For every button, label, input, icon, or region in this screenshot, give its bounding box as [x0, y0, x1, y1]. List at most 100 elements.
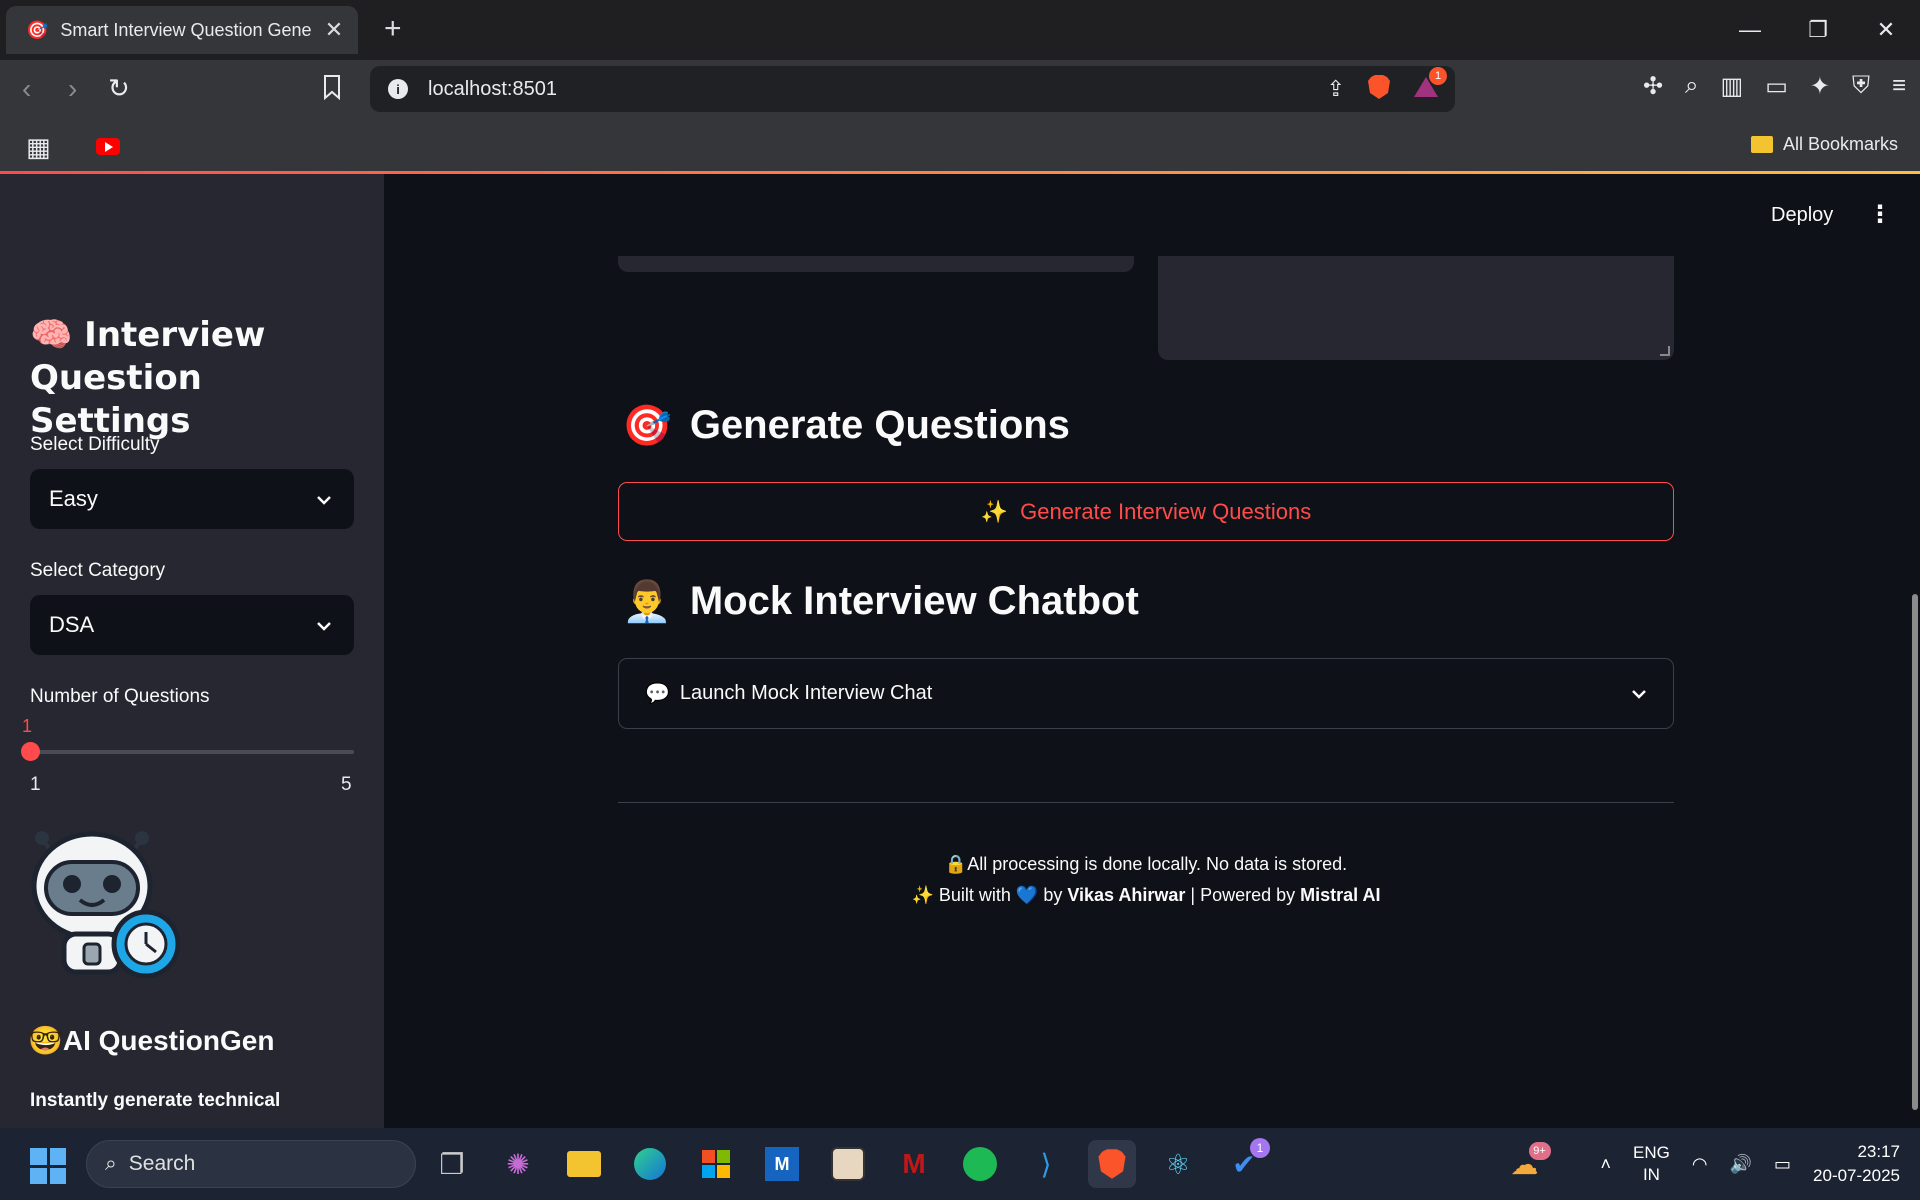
todo-icon[interactable]: ✔ 1 — [1220, 1138, 1270, 1188]
footer-privacy: 🔒All processing is done locally. No data… — [944, 854, 1348, 874]
brave-browser-icon[interactable] — [1088, 1140, 1136, 1188]
all-bookmarks-label: All Bookmarks — [1782, 134, 1898, 154]
close-tab-icon[interactable]: ✕ — [322, 17, 346, 43]
target-icon: 🎯 — [622, 404, 672, 448]
apps-grid-icon[interactable]: ▦ — [26, 132, 51, 163]
category-select[interactable]: DSA — [30, 595, 354, 655]
folder-icon — [1750, 136, 1773, 153]
todo-badge: 1 — [1250, 1138, 1270, 1158]
clock[interactable]: 23:17 20-07-2025 — [1813, 1140, 1900, 1188]
language-indicator[interactable]: ENG IN — [1633, 1142, 1670, 1186]
brave-rewards-icon[interactable]: 1 — [1413, 66, 1447, 104]
notification-badge: 9+ — [1528, 1141, 1551, 1160]
search-icon: ⌕ — [105, 1152, 117, 1175]
extensions-icon[interactable]: ✣ — [1643, 72, 1663, 101]
more-options-icon[interactable]: ⋮ — [1868, 200, 1892, 229]
generate-button-label: Generate Interview Questions — [1020, 498, 1312, 524]
site-info-icon[interactable]: i — [388, 79, 408, 99]
robot-clock-image — [31, 831, 181, 978]
share-icon[interactable]: ⇪ — [1327, 76, 1345, 102]
category-label: Select Category — [30, 560, 166, 581]
textarea-right[interactable] — [1158, 256, 1674, 360]
time: 23:17 — [1857, 1142, 1900, 1161]
chevron-down-icon — [316, 615, 332, 636]
mock-chat-expander[interactable]: 💬 Launch Mock Interview Chat — [618, 658, 1674, 729]
lang-bottom: IN — [1642, 1165, 1660, 1184]
new-tab-button[interactable]: + — [384, 12, 402, 46]
volume-icon[interactable]: 🔊 — [1730, 1154, 1752, 1175]
browser-tab[interactable]: 🎯 Smart Interview Question Genera ✕ — [6, 6, 358, 54]
taskbar-apps: ❐ ✺ M M ⟩ ⚛ ✔ 1 — [428, 1138, 1270, 1188]
edge-icon[interactable] — [626, 1140, 674, 1188]
search-placeholder: Search — [128, 1152, 196, 1175]
chevron-down-icon — [316, 489, 332, 510]
tab-title: Smart Interview Question Genera — [60, 19, 312, 40]
difficulty-value: Easy — [49, 486, 98, 511]
slider-thumb[interactable] — [21, 742, 40, 761]
scrollbar-thumb[interactable] — [1912, 594, 1918, 1110]
num-questions-label: Number of Questions — [30, 686, 210, 707]
pycharm-icon[interactable] — [824, 1140, 872, 1188]
task-view-icon[interactable]: ❐ — [428, 1140, 476, 1188]
generate-heading-text: Generate Questions — [689, 403, 1070, 447]
divider — [618, 802, 1674, 803]
youtube-icon[interactable] — [96, 138, 120, 155]
sparkles-icon: ✨ — [980, 498, 1009, 524]
wifi-icon[interactable]: ◠ — [1692, 1154, 1708, 1175]
back-icon[interactable]: ‹ — [22, 73, 31, 105]
mathworks-icon[interactable]: M — [758, 1140, 806, 1188]
battery-icon[interactable]: ▭ — [1774, 1154, 1791, 1175]
chevron-up-icon[interactable]: ˄ — [1601, 1154, 1612, 1175]
vscode-icon[interactable]: ⟩ — [1022, 1140, 1070, 1188]
address-bar[interactable]: i localhost:8501 ⇪ 1 — [370, 66, 1455, 112]
sidebar-title: 🧠 Interview Question Settings — [30, 315, 266, 441]
chevron-down-icon — [1631, 682, 1647, 705]
leo-ai-icon[interactable]: ✦ — [1810, 72, 1830, 101]
bookmark-icon[interactable] — [322, 74, 342, 107]
deploy-button[interactable]: Deploy — [1771, 204, 1833, 227]
copilot-icon[interactable]: ✺ — [494, 1140, 542, 1188]
brave-shield-icon[interactable] — [1367, 74, 1391, 105]
forward-icon[interactable]: › — [68, 73, 77, 105]
footer-author: Vikas Ahirwar — [1067, 885, 1186, 905]
screenshot-icon[interactable]: ⌕ — [1685, 72, 1698, 101]
bookmarks-bar: ▦ All Bookmarks — [0, 118, 1920, 174]
expander-label: Launch Mock Interview Chat — [679, 682, 933, 704]
businessman-icon: 👨‍💼 — [622, 580, 672, 624]
weather-icon[interactable]: ☁ 9+ — [1511, 1141, 1551, 1181]
footer-ai: Mistral AI — [1300, 885, 1381, 905]
vpn-icon[interactable]: ⛨ — [1852, 72, 1870, 101]
spotify-icon[interactable] — [956, 1140, 1004, 1188]
all-bookmarks-button[interactable]: All Bookmarks — [1750, 134, 1898, 155]
main-content: Deploy ⋮ 🎯 Generate Questions ✨ Generate… — [384, 174, 1920, 1128]
ms-store-icon[interactable] — [692, 1140, 740, 1188]
slider-max: 5 — [341, 774, 352, 795]
wallet-icon[interactable]: ▭ — [1765, 72, 1788, 101]
generate-questions-button[interactable]: ✨ Generate Interview Questions — [618, 482, 1674, 541]
taskbar-search[interactable]: ⌕ Search — [86, 1140, 416, 1188]
file-explorer-icon[interactable] — [560, 1140, 608, 1188]
reload-icon[interactable]: ↻ — [108, 73, 130, 104]
close-window-icon[interactable]: ✕ — [1852, 0, 1920, 60]
windows-start-icon[interactable] — [30, 1148, 66, 1184]
footer-credits: ✨ Built with 💙 by Vikas Ahirwar | Powere… — [618, 885, 1674, 906]
system-tray: ☁ 9+ ˄ ENG IN ◠ 🔊 ▭ 23:17 20-07-2025 — [1511, 1128, 1900, 1200]
slider-track[interactable] — [30, 750, 354, 754]
mcafee-icon[interactable]: M — [890, 1140, 938, 1188]
lang-top: ENG — [1633, 1143, 1670, 1162]
browser-toolbar: ‹ › ↻ i localhost:8501 ⇪ 1 ✣ ⌕ ▥ ▭ ✦ ⛨ ≡ — [0, 60, 1920, 118]
sidebar-description: Instantly generate technical — [30, 1090, 281, 1111]
react-devtools-icon[interactable]: ⚛ — [1154, 1140, 1202, 1188]
difficulty-select[interactable]: Easy — [30, 469, 354, 529]
toolbar-icons: ✣ ⌕ ▥ ▭ ✦ ⛨ ≡ — [1643, 72, 1906, 101]
restore-icon[interactable]: ❐ — [1784, 0, 1852, 60]
menu-icon[interactable]: ≡ — [1892, 72, 1906, 101]
rewards-badge: 1 — [1429, 66, 1447, 85]
browser-tab-bar: 🎯 Smart Interview Question Genera ✕ + — … — [0, 0, 1920, 60]
mock-heading-text: Mock Interview Chatbot — [689, 579, 1139, 623]
text-input-left[interactable] — [618, 256, 1134, 272]
minimize-icon[interactable]: — — [1716, 0, 1784, 60]
target-icon: 🎯 — [26, 19, 49, 40]
speech-bubble-icon: 💬 — [645, 683, 670, 705]
sidebar-toggle-icon[interactable]: ▥ — [1721, 72, 1744, 101]
